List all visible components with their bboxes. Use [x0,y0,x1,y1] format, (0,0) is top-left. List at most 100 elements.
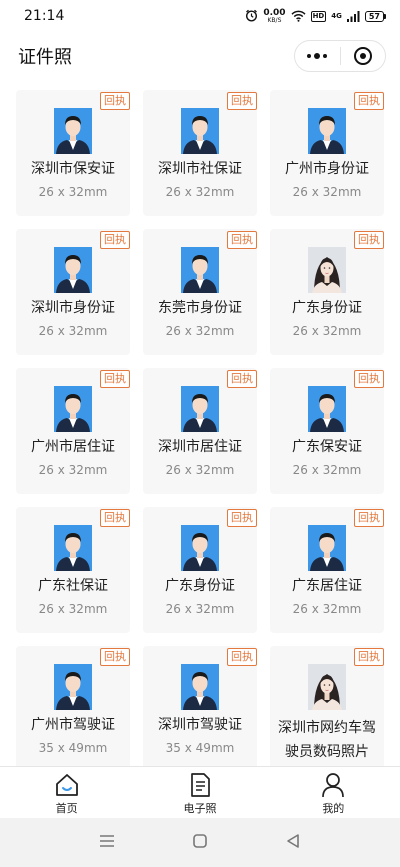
receipt-badge: 回执 [354,648,384,666]
photo-spec-card[interactable]: 回执 广州市驾驶证 35 x 49mm [16,646,130,766]
receipt-badge: 回执 [100,370,130,388]
photo-spec-card[interactable]: 回执 深圳市居住证 26 x 32mm [143,368,257,494]
spec-size: 26 x 32mm [38,324,108,338]
hd-badge: HD [310,10,327,22]
header: 证件照 [0,32,400,80]
home-icon [54,772,80,798]
tab-ephoto[interactable]: 电子照 [133,767,266,818]
photo-spec-card[interactable]: 回执 深圳市身份证 26 x 32mm [16,229,130,355]
close-button[interactable] [341,41,386,71]
spec-name: 广州市居住证 [31,439,115,455]
receipt-badge: 回执 [354,370,384,388]
id-photo-avatar-icon [181,386,219,432]
spec-size: 26 x 32mm [292,324,362,338]
id-photo-avatar-icon [54,664,92,710]
tab-ephoto-label: 电子照 [183,802,217,815]
photo-spec-card[interactable]: 回执 深圳市驾驶证 35 x 49mm [143,646,257,766]
spec-name: 广东身份证 [292,300,362,316]
spec-name: 深圳市驾驶证 [158,717,242,733]
id-photo-avatar-icon [308,525,346,571]
photo-spec-card[interactable]: 回执 广州市居住证 26 x 32mm [16,368,130,494]
photo-spec-card[interactable]: 回执 广东居住证 26 x 32mm [270,507,384,633]
id-photo-avatar-icon [308,108,346,154]
id-photo-avatar-icon [54,247,92,293]
receipt-badge: 回执 [227,231,257,249]
spec-size: 26 x 32mm [165,463,235,477]
receipt-badge: 回执 [100,231,130,249]
receipt-badge: 回执 [354,231,384,249]
signal-icon [346,7,360,26]
status-bar: 21:14 0.00 KB/S HD 4G 57 [0,0,400,32]
battery-level: 57 [364,10,384,22]
status-time: 21:14 [24,8,65,24]
photo-spec-card[interactable]: 回执 广州市身份证 26 x 32mm [270,90,384,216]
spec-size: 26 x 32mm [292,602,362,616]
back-nav-button[interactable] [273,823,313,863]
back-triangle-icon [285,833,301,853]
sample-portrait-photo [308,247,346,293]
receipt-badge: 回执 [100,509,130,527]
tab-home[interactable]: 首页 [0,767,133,818]
receipt-badge: 回执 [100,92,130,110]
sample-portrait-photo [308,664,346,710]
id-photo-avatar-icon [181,525,219,571]
home-square-icon [192,833,208,853]
battery-icon: 57 [364,10,386,22]
document-icon [187,772,213,798]
spec-name: 深圳市身份证 [31,300,115,316]
receipt-badge: 回执 [354,92,384,110]
spec-size: 26 x 32mm [38,463,108,477]
spec-size: 35 x 49mm [38,741,108,755]
miniprogram-capsule [294,40,386,72]
spec-size: 26 x 32mm [292,463,362,477]
tab-home-label: 首页 [55,802,78,815]
spec-name: 东莞市身份证 [158,300,242,316]
spec-name: 深圳市保安证 [31,161,115,177]
spec-name: 广东保安证 [292,439,362,455]
spec-name: 深圳市居住证 [158,439,242,455]
spec-name: 深圳市网约车驾驶员数码照片 [278,720,376,760]
spec-size: 26 x 32mm [38,602,108,616]
spec-name: 深圳市社保证 [158,161,242,177]
photo-spec-card[interactable]: 回执 深圳市保安证 26 x 32mm [16,90,130,216]
receipt-badge: 回执 [354,509,384,527]
spec-name: 广州市身份证 [285,161,369,177]
receipt-badge: 回执 [227,370,257,388]
spec-name: 广东社保证 [38,578,108,594]
spec-size: 26 x 32mm [292,185,362,199]
id-photo-avatar-icon [54,108,92,154]
home-nav-button[interactable] [180,823,220,863]
alarm-icon [245,7,258,26]
spec-size: 26 x 32mm [165,602,235,616]
photo-spec-grid: 回执 深圳市保安证 26 x 32mm 回执 深圳市社保证 26 x 32mm 回执 广… [16,90,384,766]
status-icons: 0.00 KB/S HD 4G 57 [245,7,386,26]
more-button[interactable] [295,41,340,71]
spec-size: 26 x 32mm [165,324,235,338]
receipt-badge: 回执 [100,648,130,666]
system-nav-bar [0,818,400,867]
photo-spec-card[interactable]: 回执 深圳市网约车驾驶员数码照片 [270,646,384,766]
photo-spec-card[interactable]: 回执 广东身份证 26 x 32mm [270,229,384,355]
tab-mine-label: 我的 [322,802,345,815]
tab-mine[interactable]: 我的 [267,767,400,818]
id-photo-avatar-icon [181,247,219,293]
photo-spec-card[interactable]: 回执 东莞市身份证 26 x 32mm [143,229,257,355]
photo-spec-card[interactable]: 回执 广东保安证 26 x 32mm [270,368,384,494]
spec-name: 广东身份证 [165,578,235,594]
id-photo-avatar-icon [54,525,92,571]
photo-spec-card[interactable]: 回执 广东身份证 26 x 32mm [143,507,257,633]
receipt-badge: 回执 [227,509,257,527]
receipt-badge: 回执 [227,648,257,666]
page-title: 证件照 [18,47,72,68]
spec-size: 26 x 32mm [38,185,108,199]
id-photo-avatar-icon [308,386,346,432]
photo-spec-card[interactable]: 回执 广东社保证 26 x 32mm [16,507,130,633]
menu-icon [99,833,115,852]
id-photo-avatar-icon [181,664,219,710]
target-icon [353,47,372,65]
photo-spec-card[interactable]: 回执 深圳市社保证 26 x 32mm [143,90,257,216]
spec-name: 广州市驾驶证 [31,717,115,733]
menu-button[interactable] [87,823,127,863]
user-icon [320,772,346,798]
net-speed-unit: KB/S [267,16,282,24]
